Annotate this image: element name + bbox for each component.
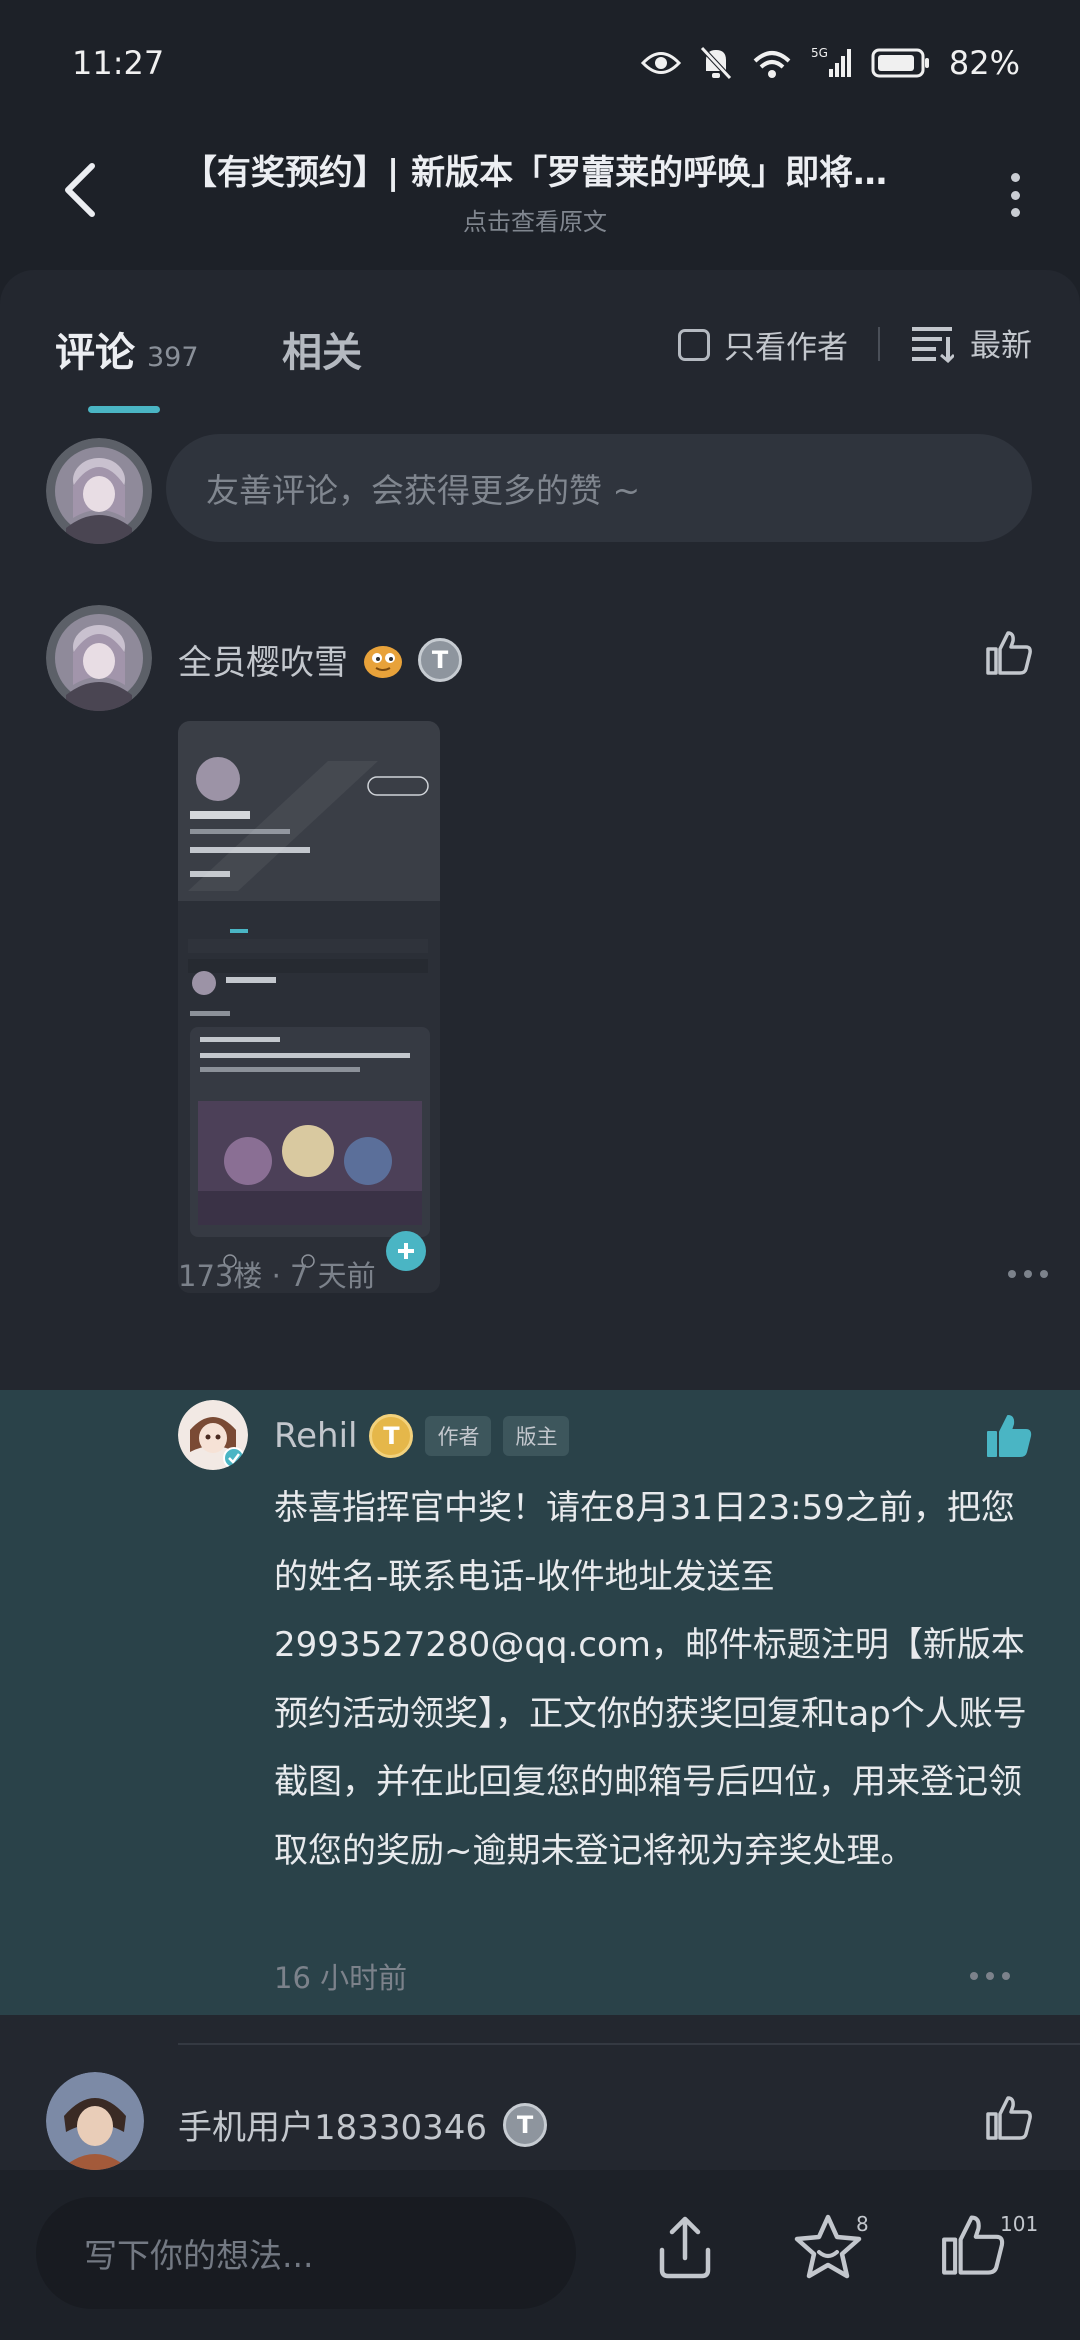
user-badge: T — [418, 637, 462, 682]
status-icons: 5G 82% — [640, 43, 1020, 82]
battery-icon — [871, 48, 929, 77]
reply-user-name[interactable]: Rehil — [274, 1416, 357, 1456]
avatar-image — [178, 1400, 248, 1470]
chevron-left-icon — [65, 163, 95, 217]
tab-comments-label: 评论 — [55, 330, 135, 376]
more-dot — [986, 1972, 994, 1980]
comment-input[interactable]: 友善评论，会获得更多的赞 ~ — [166, 434, 1032, 542]
app-header: 【有奖预约】| 新版本「罗蕾莱的呼唤」即将… 点击查看原文 — [0, 125, 1080, 270]
comment-composer: 友善评论，会获得更多的赞 ~ — [0, 420, 1080, 544]
page-title: 【有奖预约】| 新版本「罗蕾莱的呼唤」即将… — [182, 153, 888, 193]
like-button[interactable] — [984, 2094, 1034, 2146]
author-only-filter[interactable]: 只看作者 — [678, 322, 848, 367]
user-name-row: 全员樱吹雪 T — [178, 635, 462, 684]
more-dot — [1010, 173, 1020, 182]
author-tag: 作者 — [425, 1416, 492, 1456]
comment-image[interactable] — [178, 721, 440, 1293]
reply-like-button[interactable] — [984, 1412, 1034, 1464]
thumbs-up-icon — [986, 631, 1032, 675]
more-dot — [1008, 1270, 1016, 1278]
reply-time: 16 小时前 — [274, 1961, 408, 1995]
reply-text: 恭喜指挥官中奖！请在8月31日23:59之前，把您的姓名-联系电话-收件地址发送… — [274, 1488, 1027, 1871]
comments-panel: 评论 397 相关 只看作者 最新 友善评论，会获得更多的赞 ~ 全员樱吹雪 T… — [0, 270, 1080, 2340]
like-post-button[interactable] — [938, 2212, 1008, 2282]
more-dot — [1002, 1972, 1010, 1980]
tab-related-label: 相关 — [282, 330, 362, 376]
tabs-row: 评论 397 相关 只看作者 最新 — [0, 270, 1080, 420]
reply-header: Rehil T 作者 版主 — [274, 1414, 570, 1458]
user-avatar[interactable] — [46, 2072, 144, 2170]
comment-input-placeholder: 友善评论，会获得更多的赞 ~ — [206, 471, 641, 510]
thumbs-up-icon — [942, 2215, 1005, 2275]
reply-meta: 16 小时前 — [274, 1955, 1010, 1997]
more-dot — [1010, 208, 1020, 217]
write-thought-placeholder: 写下你的想法... — [84, 2236, 314, 2275]
favorite-count: 8 — [856, 2212, 869, 2236]
my-avatar[interactable] — [46, 438, 152, 544]
share-icon — [659, 2216, 711, 2279]
more-dot — [1024, 1270, 1032, 1278]
moderator-tag: 版主 — [503, 1416, 570, 1456]
favorite-button[interactable] — [792, 2212, 864, 2286]
mute-bell-icon — [700, 45, 732, 80]
reply-user-badge: T — [369, 1414, 414, 1458]
comment-meta: 173楼 · 7 天前 — [178, 1253, 1048, 1295]
reply-avatar[interactable] — [178, 1400, 248, 1470]
user-badge: T — [503, 2102, 548, 2147]
reply-more-button[interactable] — [970, 1972, 1010, 1980]
write-thought-input[interactable]: 写下你的想法... — [36, 2197, 576, 2309]
active-tab-indicator — [88, 406, 160, 413]
author-only-label: 只看作者 — [724, 330, 848, 366]
more-dot — [1040, 1270, 1048, 1278]
floor-and-time: 173楼 · 7 天前 — [178, 1259, 376, 1293]
eye-icon — [640, 51, 681, 74]
more-dot — [1010, 190, 1020, 200]
author-reply: Rehil T 作者 版主 恭喜指挥官中奖！请在8月31日23:59之前，把您的… — [0, 1390, 1080, 2015]
like-button[interactable] — [984, 629, 1034, 681]
emoji-sticker-icon — [364, 645, 402, 678]
avatar-image — [46, 2072, 144, 2170]
like-count: 101 — [1000, 2212, 1039, 2236]
user-avatar[interactable] — [46, 605, 152, 711]
more-dot — [970, 1972, 978, 1980]
cell-signal-icon: 5G — [811, 47, 851, 77]
sort-list-icon — [912, 326, 954, 363]
status-bar: 11:27 5G 82% — [0, 0, 1080, 125]
thumbs-up-filled-icon — [987, 1415, 1032, 1457]
wifi-icon — [753, 50, 791, 78]
attached-screenshot-image — [178, 721, 440, 1293]
filter-divider — [878, 327, 880, 361]
thread-divider — [178, 2043, 1080, 2045]
avatar-image — [46, 438, 152, 544]
avatar-image — [46, 605, 152, 711]
user-name[interactable]: 全员樱吹雪 — [178, 635, 348, 684]
author-only-checkbox[interactable] — [678, 328, 710, 361]
share-button[interactable] — [650, 2212, 720, 2286]
title-area[interactable]: 【有奖预约】| 新版本「罗蕾莱的呼唤」即将… 点击查看原文 — [150, 145, 920, 237]
user-name[interactable]: 手机用户18330346 — [178, 2100, 487, 2149]
star-icon — [794, 2214, 862, 2279]
status-time: 11:27 — [72, 43, 165, 82]
sort-label: 最新 — [970, 328, 1032, 364]
sort-button[interactable]: 最新 — [910, 320, 1032, 365]
thumbs-up-icon — [986, 2096, 1032, 2140]
network-cell-text: 5G — [811, 47, 828, 60]
user-name-row: 手机用户18330346 T — [178, 2100, 548, 2149]
tab-comments[interactable]: 评论 397 — [55, 320, 199, 378]
battery-percent: 82% — [948, 43, 1020, 82]
bottom-action-bar: 写下你的想法... 8 101 — [0, 2170, 1080, 2340]
tab-comments-count: 397 — [147, 342, 199, 373]
comment-more-button[interactable] — [1008, 1270, 1048, 1278]
view-original-link[interactable]: 点击查看原文 — [150, 202, 920, 237]
tab-related[interactable]: 相关 — [282, 320, 362, 378]
back-button[interactable] — [50, 155, 110, 225]
more-options-button[interactable] — [1000, 165, 1030, 225]
